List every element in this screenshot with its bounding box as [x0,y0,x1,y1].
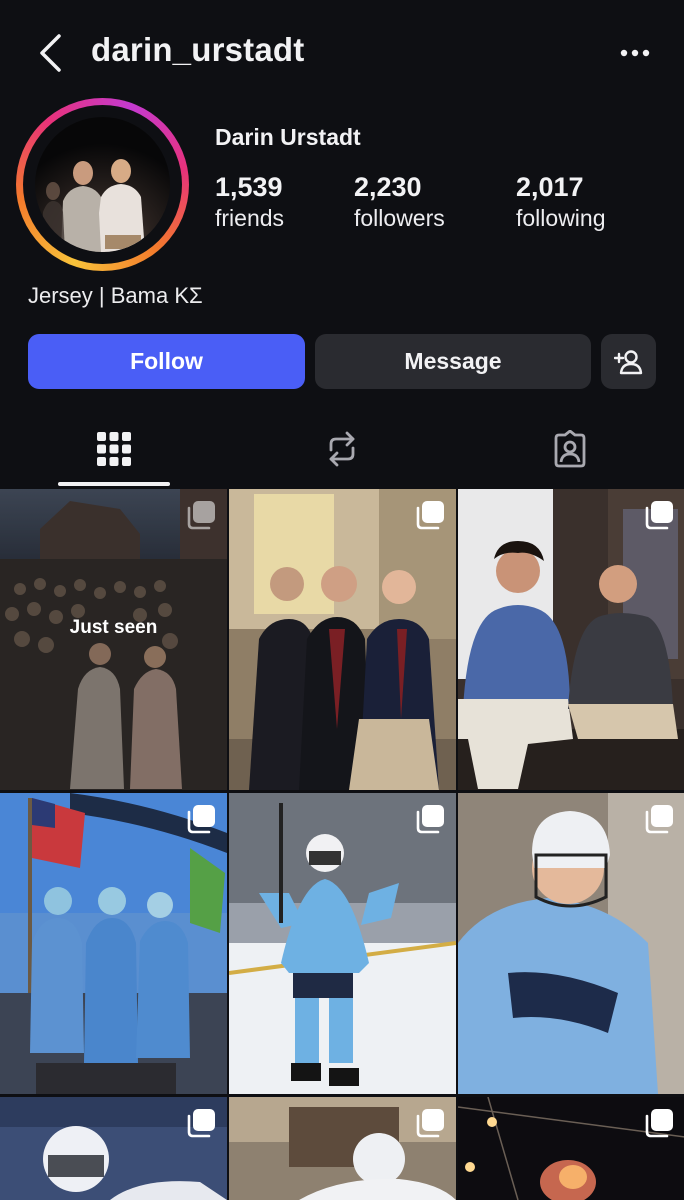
followers-count: 2,230 [354,172,422,202]
multiple-photos-icon [187,805,215,834]
story-ring[interactable] [16,98,189,271]
friends-stat[interactable]: 1,539 friends [215,172,284,232]
active-tab-indicator [58,482,170,486]
multiple-photos-icon [645,501,673,530]
post-tile[interactable] [229,489,456,790]
post-tile[interactable] [458,489,684,790]
avatar [35,117,170,252]
multiple-photos-icon [645,805,673,834]
post-tile[interactable]: Just seen [0,489,227,790]
multiple-photos-icon [416,805,444,834]
add-friend-button[interactable] [601,334,656,389]
multiple-photos-icon [416,1109,444,1138]
message-button[interactable]: Message [315,334,591,389]
repost-icon [329,431,355,467]
following-stat[interactable]: 2,017 following [516,172,606,232]
profile-username: darin_urstadt [91,31,305,68]
display-name: Darin Urstadt [215,124,361,150]
friends-label: friends [215,205,285,231]
just-seen-label: Just seen [69,617,158,638]
followers-label: followers [354,205,445,231]
grid-icon [97,432,131,466]
profile-tabs [0,412,684,488]
multiple-photos-icon [416,501,444,530]
following-label: following [516,205,606,231]
followers-stat[interactable]: 2,230 followers [354,172,445,232]
follow-button[interactable]: Follow [28,334,305,389]
following-count: 2,017 [516,172,584,202]
post-tile[interactable] [229,793,456,1094]
more-options-button[interactable] [612,36,658,70]
friends-count: 1,539 [215,172,283,202]
post-tile[interactable] [229,1097,456,1200]
post-tile[interactable] [458,1097,684,1200]
multiple-photos-icon [187,1109,215,1138]
multiple-photos-icon [187,501,215,530]
tab-reposts[interactable] [228,412,456,486]
tab-posts-grid[interactable] [0,412,228,486]
post-tile[interactable] [0,793,227,1094]
more-horizontal-icon [620,49,650,57]
profile-bio: Jersey | Bama ΚΣ [28,283,203,308]
add-user-icon [613,349,642,374]
post-tile[interactable] [0,1097,227,1200]
top-bar: darin_urstadt [0,0,684,104]
multiple-photos-icon [645,1109,673,1138]
tab-tagged[interactable] [456,412,684,486]
chevron-left-icon [40,34,61,72]
back-button[interactable] [30,30,70,76]
post-tile[interactable] [458,793,684,1094]
tagged-person-icon [554,430,586,468]
